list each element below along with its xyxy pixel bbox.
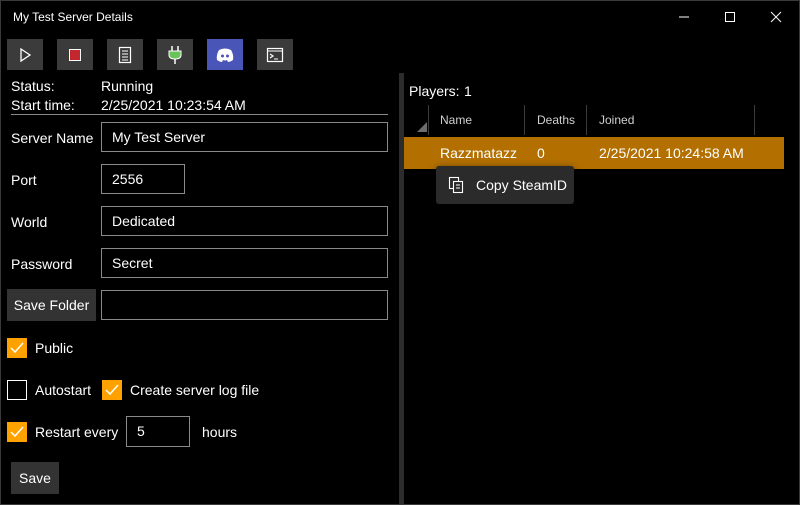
world-label: World — [11, 214, 48, 230]
maximize-button[interactable] — [707, 1, 753, 33]
checkmark-icon — [10, 342, 24, 354]
world-input[interactable]: Dedicated — [101, 206, 388, 236]
discord-button[interactable] — [207, 39, 243, 70]
checkmark-icon — [10, 426, 24, 438]
restart-checkbox[interactable] — [7, 422, 27, 442]
maximize-icon — [725, 12, 735, 22]
column-header-name[interactable]: Name — [440, 105, 472, 135]
minimize-icon — [679, 16, 689, 18]
column-divider — [428, 105, 429, 135]
log-file-checkbox[interactable] — [102, 380, 122, 400]
title-bar: My Test Server Details — [1, 1, 799, 33]
public-checkbox[interactable] — [7, 338, 27, 358]
context-menu: Copy SteamID — [436, 166, 574, 204]
column-header-joined[interactable]: Joined — [599, 105, 634, 135]
close-button[interactable] — [753, 1, 799, 33]
start-time-label: Start time: — [11, 97, 75, 113]
start-icon — [20, 47, 32, 62]
server-details-window: My Test Server Details Status: Running S… — [0, 0, 800, 505]
close-icon — [770, 11, 782, 23]
copy-steamid-menu-item[interactable]: Copy SteamID — [436, 166, 574, 204]
public-label: Public — [35, 340, 74, 356]
save-button[interactable]: Save — [11, 462, 59, 494]
status-value: Running — [101, 78, 154, 94]
copy-steamid-label: Copy SteamID — [476, 177, 568, 193]
notebook-icon — [118, 46, 132, 63]
plug-icon — [168, 45, 182, 64]
players-label: Players: — [409, 83, 460, 99]
discord-icon — [216, 48, 234, 62]
players-count: 1 — [464, 83, 472, 99]
save-folder-input[interactable] — [101, 290, 388, 320]
column-divider — [586, 105, 587, 135]
player-joined-cell: 2/25/2021 10:24:58 AM — [599, 145, 744, 161]
restart-label: Restart every — [35, 424, 119, 440]
console-button[interactable] — [257, 39, 293, 70]
stop-server-button[interactable] — [57, 39, 93, 70]
select-all-icon[interactable] — [416, 121, 428, 133]
restart-hours-input[interactable]: 5 — [126, 416, 190, 447]
log-file-label: Create server log file — [130, 382, 260, 398]
restart-unit-label: hours — [202, 424, 238, 440]
port-input[interactable]: 2556 — [101, 164, 185, 194]
column-divider — [754, 105, 755, 135]
column-header-deaths[interactable]: Deaths — [537, 105, 575, 135]
notes-button[interactable] — [107, 39, 143, 70]
autostart-checkbox[interactable] — [7, 380, 27, 400]
terminal-icon — [266, 47, 284, 62]
server-settings-panel: Status: Running Start time: 2/25/2021 10… — [1, 73, 399, 504]
port-label: Port — [11, 172, 37, 188]
password-label: Password — [11, 256, 73, 272]
checkmark-icon — [105, 384, 119, 396]
players-panel: Players: 1 Name Deaths Joined Razzmatazz… — [404, 73, 799, 504]
autostart-label: Autostart — [35, 382, 92, 398]
save-folder-button[interactable]: Save Folder — [7, 289, 96, 321]
window-title: My Test Server Details — [13, 10, 133, 24]
server-name-label: Server Name — [11, 130, 94, 146]
player-deaths-cell: 0 — [537, 145, 545, 161]
minimize-button[interactable] — [661, 1, 707, 33]
connect-button[interactable] — [157, 39, 193, 70]
table-row[interactable]: Razzmatazz 0 2/25/2021 10:24:58 AM — [404, 137, 784, 169]
server-name-input[interactable]: My Test Server — [101, 122, 388, 152]
stop-icon — [69, 48, 81, 61]
player-name-cell: Razzmatazz — [440, 145, 518, 161]
status-label: Status: — [11, 78, 55, 94]
column-divider — [524, 105, 525, 135]
start-time-value: 2/25/2021 10:23:54 AM — [101, 97, 246, 113]
start-server-button[interactable] — [7, 39, 43, 70]
password-input[interactable]: Secret — [101, 248, 388, 278]
copy-icon — [448, 176, 464, 194]
status-divider — [11, 114, 388, 115]
